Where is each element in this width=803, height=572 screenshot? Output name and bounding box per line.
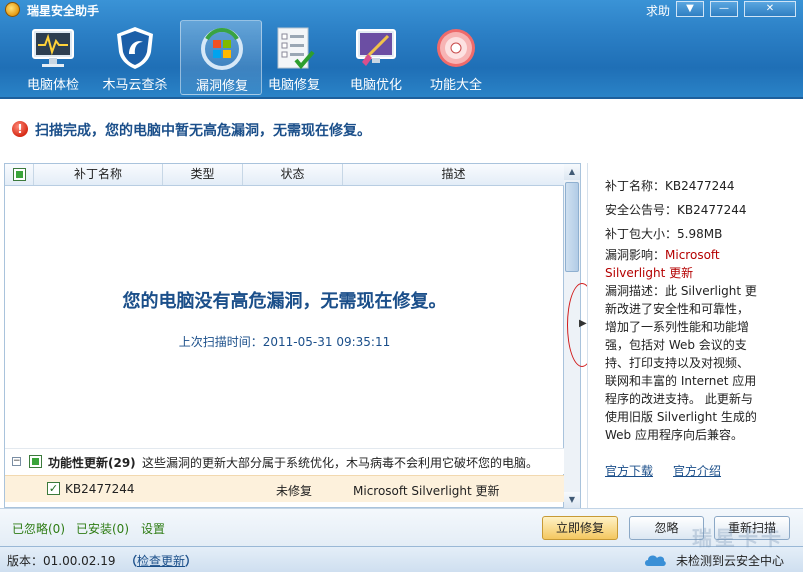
group-checkbox[interactable] — [29, 455, 42, 468]
detail-bulletin: 安全公告号：KB2477244 — [605, 201, 795, 219]
ignored-link[interactable]: 已忽略(0) — [12, 520, 65, 537]
watermark-text: 瑞星卡卡 — [692, 526, 784, 550]
fix-now-button[interactable]: 立即修复 — [542, 516, 618, 540]
detail-description-line: 使用旧版 Silverlight 生成的 — [605, 410, 757, 424]
disc-icon — [437, 29, 475, 67]
detail-description-line: 联网和丰富的 Internet 应用 — [605, 374, 757, 388]
cloud-icon — [645, 555, 666, 566]
detail-value: 5.98MB — [677, 227, 723, 241]
detail-patch-name: 补丁名称：KB2477244 — [605, 177, 795, 195]
column-header-description[interactable]: 描述 — [343, 164, 564, 185]
scroll-thumb[interactable] — [565, 182, 579, 272]
scroll-up-arrow-icon[interactable]: ▲ — [564, 164, 580, 180]
action-bar: 已忽略(0) 已安装(0) 设置 立即修复 忽略 重新扫描 — [0, 508, 803, 546]
tab-pc-optimize[interactable]: 电脑优化 — [335, 20, 417, 95]
check-update-wrapper: （检查更新） — [125, 552, 197, 569]
close-button[interactable]: ✕ — [744, 1, 796, 17]
settings-link[interactable]: 设置 — [141, 520, 165, 537]
select-all-checkbox[interactable] — [13, 168, 26, 181]
detail-impact-value: Microsoft — [665, 248, 720, 262]
tab-label: 漏洞修复 — [195, 79, 248, 94]
installed-link[interactable]: 已安装(0) — [76, 520, 129, 537]
detail-label: 补丁名称： — [605, 179, 666, 193]
checklist-icon — [277, 27, 315, 70]
detail-description-line: 持、打印支持以及对视频、 — [605, 356, 750, 370]
detail-description-line: Web 应用程序向后兼容。 — [605, 428, 743, 442]
detail-label: 安全公告号： — [605, 203, 678, 217]
row-patch-name: KB2477244 — [65, 482, 135, 496]
tab-vulnerability-fix[interactable]: 漏洞修复 — [180, 20, 262, 95]
no-vulnerability-message: 您的电脑没有高危漏洞，无需现在修复。 — [122, 291, 447, 312]
group-description: 这些漏洞的更新大部分属于系统优化，木马病毒不会利用它破坏您的电脑。 — [142, 456, 539, 470]
broom-monitor-icon — [356, 29, 396, 66]
tab-label: 电脑体检 — [26, 78, 79, 93]
column-header-type[interactable]: 类型 — [163, 164, 243, 185]
detail-size: 补丁包大小：5.98MB — [605, 225, 795, 243]
panel-toggle-arrow-icon[interactable]: ▶ — [579, 318, 587, 329]
app-header: 瑞星安全助手 求助 ▼ — ✕ 电脑体检 木马云查杀 漏洞修复 电脑修复 电脑优… — [0, 0, 803, 97]
group-title: 功能性更新(29) — [48, 456, 136, 470]
scan-result-text: 扫描完成，您的电脑中暂无高危漏洞，无需现在修复。 — [35, 123, 371, 139]
detail-impact-value-line2: Silverlight 更新 — [605, 266, 694, 280]
last-scan-time: 上次扫描时间：2011-05-31 09:35:11 — [178, 335, 391, 349]
bracket-open: （ — [125, 554, 138, 568]
table-header: 补丁名称 类型 状态 描述 — [5, 164, 564, 186]
detail-description-line: 强，包括对 Web 会议的支 — [605, 338, 747, 352]
tab-trojan-cloud-scan[interactable]: 木马云查杀 — [94, 20, 176, 95]
title-bar: 瑞星安全助手 求助 ▼ — ✕ — [0, 0, 803, 18]
bracket-close: ） — [185, 554, 198, 568]
tab-label: 电脑优化 — [349, 78, 402, 93]
table-row[interactable]: ✓ KB2477244 未修复 Microsoft Silverlight 更新 — [5, 475, 564, 502]
tab-all-functions[interactable]: 功能大全 — [415, 20, 497, 95]
detail-description-line: 程序的改进支持。 此更新与 — [605, 392, 753, 406]
shield-icon — [117, 27, 153, 69]
minimize-button[interactable]: — — [710, 1, 738, 17]
detail-description-line: 增加了一系列性能和功能增 — [605, 320, 750, 334]
cloud-status-text: 未检测到云安全中心 — [676, 554, 785, 568]
row-description: Microsoft Silverlight 更新 — [353, 484, 500, 498]
menu-dropdown-button[interactable]: ▼ — [676, 1, 704, 17]
version-label: 版本：01.00.02.19 — [7, 554, 116, 568]
select-all-cell — [5, 164, 34, 185]
detail-impact: 漏洞影响：Microsoft — [605, 246, 795, 264]
detail-value: KB2477244 — [677, 203, 747, 217]
detail-description-line: 新改进了安全性和可靠性， — [605, 302, 750, 316]
warning-icon: ! — [12, 121, 28, 137]
column-header-status[interactable]: 状态 — [243, 164, 343, 185]
official-intro-link[interactable]: 官方介绍 — [673, 462, 721, 479]
scan-result-banner: ! 扫描完成，您的电脑中暂无高危漏洞，无需现在修复。 — [0, 99, 803, 163]
patch-table: 补丁名称 类型 状态 描述 您的电脑没有高危漏洞，无需现在修复。 上次扫描时间：… — [4, 163, 564, 508]
row-checkbox[interactable]: ✓ — [47, 482, 60, 495]
official-download-link[interactable]: 官方下载 — [605, 462, 653, 479]
status-bar: 版本：01.00.02.19 （检查更新） 未检测到云安全中心 — [0, 546, 803, 572]
collapse-toggle-icon[interactable]: − — [12, 457, 21, 466]
column-header-name[interactable]: 补丁名称 — [34, 164, 163, 185]
group-row-functional-updates[interactable]: − 功能性更新(29) 这些漏洞的更新大部分属于系统优化，木马病毒不会利用它破坏… — [5, 448, 564, 474]
help-link[interactable]: 求助 — [646, 2, 670, 19]
app-title: 瑞星安全助手 — [27, 4, 100, 18]
tab-label: 电脑修复 — [267, 78, 320, 93]
app-logo-icon — [5, 2, 20, 17]
row-status: 未修复 — [276, 484, 313, 498]
check-update-link[interactable]: 检查更新 — [137, 554, 185, 568]
monitor-pulse-icon — [32, 29, 74, 67]
tab-label: 木马云查杀 — [102, 78, 168, 93]
tab-label: 功能大全 — [429, 78, 482, 93]
detail-label: 补丁包大小： — [605, 227, 678, 241]
detail-value: KB2477244 — [665, 179, 735, 193]
tab-pc-checkup[interactable]: 电脑体检 — [12, 20, 94, 95]
windows-refresh-icon — [201, 28, 243, 70]
scroll-down-arrow-icon[interactable]: ▼ — [564, 492, 580, 508]
detail-label: 漏洞影响： — [605, 248, 666, 262]
tab-pc-repair[interactable]: 电脑修复 — [253, 20, 335, 95]
patch-detail-panel: 补丁名称：KB2477244 安全公告号：KB2477244 补丁包大小：5.9… — [587, 163, 799, 508]
detail-description-line: 漏洞描述：此 Silverlight 更 — [605, 284, 757, 298]
